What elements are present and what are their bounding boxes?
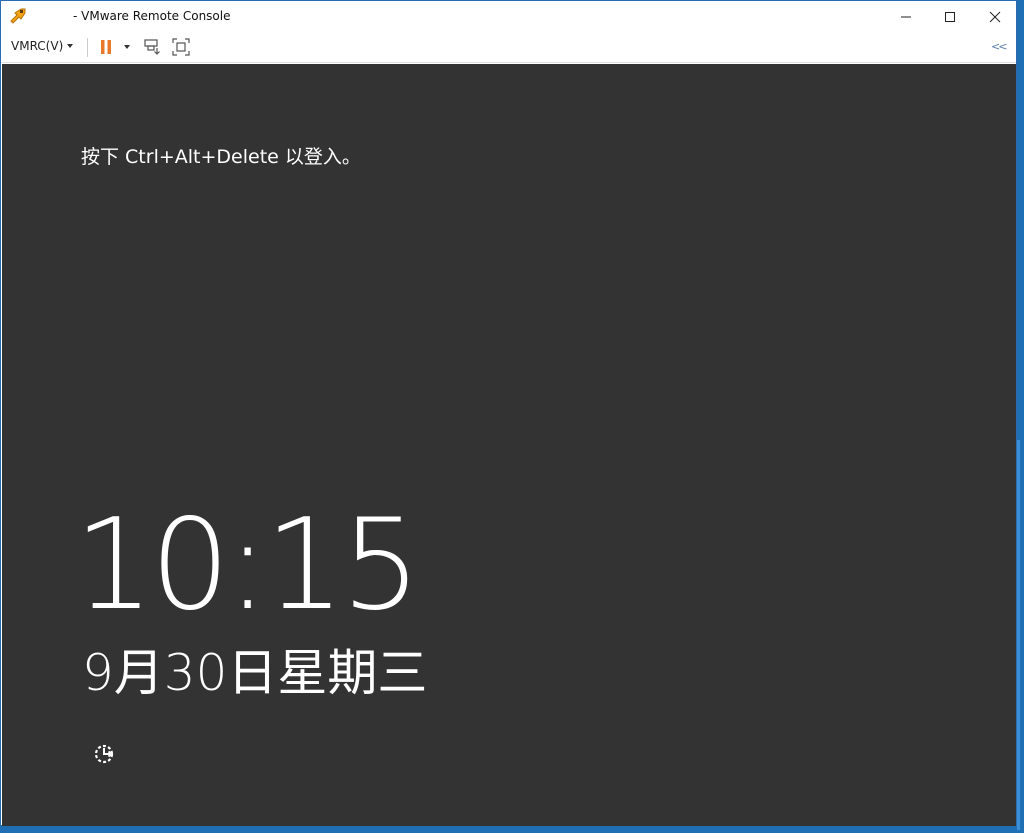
minimize-icon: [900, 16, 911, 17]
login-prompt: 按下 Ctrl+Alt+Delete 以登入。: [81, 146, 361, 168]
maximize-icon: [944, 11, 955, 22]
send-ctrl-alt-del-icon: [144, 39, 160, 55]
ease-of-access-icon[interactable]: [92, 741, 118, 767]
vmrc-menu-label: VMRC(V): [11, 39, 64, 53]
toolbar-divider: [87, 38, 88, 57]
fit-screen-button[interactable]: [171, 37, 191, 57]
collapse-toolbar-icon[interactable]: <<: [991, 40, 1008, 53]
send-ctrl-alt-del-button[interactable]: [142, 37, 162, 57]
vm-console-screen[interactable]: 按下 Ctrl+Alt+Delete 以登入。 10:15 9月30日星期三: [2, 64, 1016, 826]
lock-screen-time: 10:15: [74, 491, 421, 638]
close-icon: [989, 11, 1000, 22]
toolbar: VMRC(V) <<: [1, 32, 1016, 63]
maximize-button[interactable]: [927, 1, 972, 32]
vmrc-window: - VMware Remote Console VMRC(V) << 按下 Ct…: [0, 0, 1017, 826]
pause-button[interactable]: [96, 37, 116, 57]
title-bar[interactable]: - VMware Remote Console: [1, 1, 1016, 32]
window-title: - VMware Remote Console: [73, 9, 231, 23]
minimize-button[interactable]: [883, 1, 928, 32]
close-button[interactable]: [972, 1, 1017, 32]
chevron-down-icon: [67, 44, 74, 48]
vmware-app-icon[interactable]: [9, 7, 27, 25]
vmrc-menu-button[interactable]: VMRC(V): [11, 39, 74, 53]
lock-screen-date: 9月30日星期三: [82, 644, 428, 702]
pause-icon: [101, 40, 111, 54]
desktop-edge-accent: [1017, 440, 1020, 830]
fit-screen-icon: [172, 38, 190, 56]
power-menu-chevron-icon[interactable]: [124, 45, 130, 49]
